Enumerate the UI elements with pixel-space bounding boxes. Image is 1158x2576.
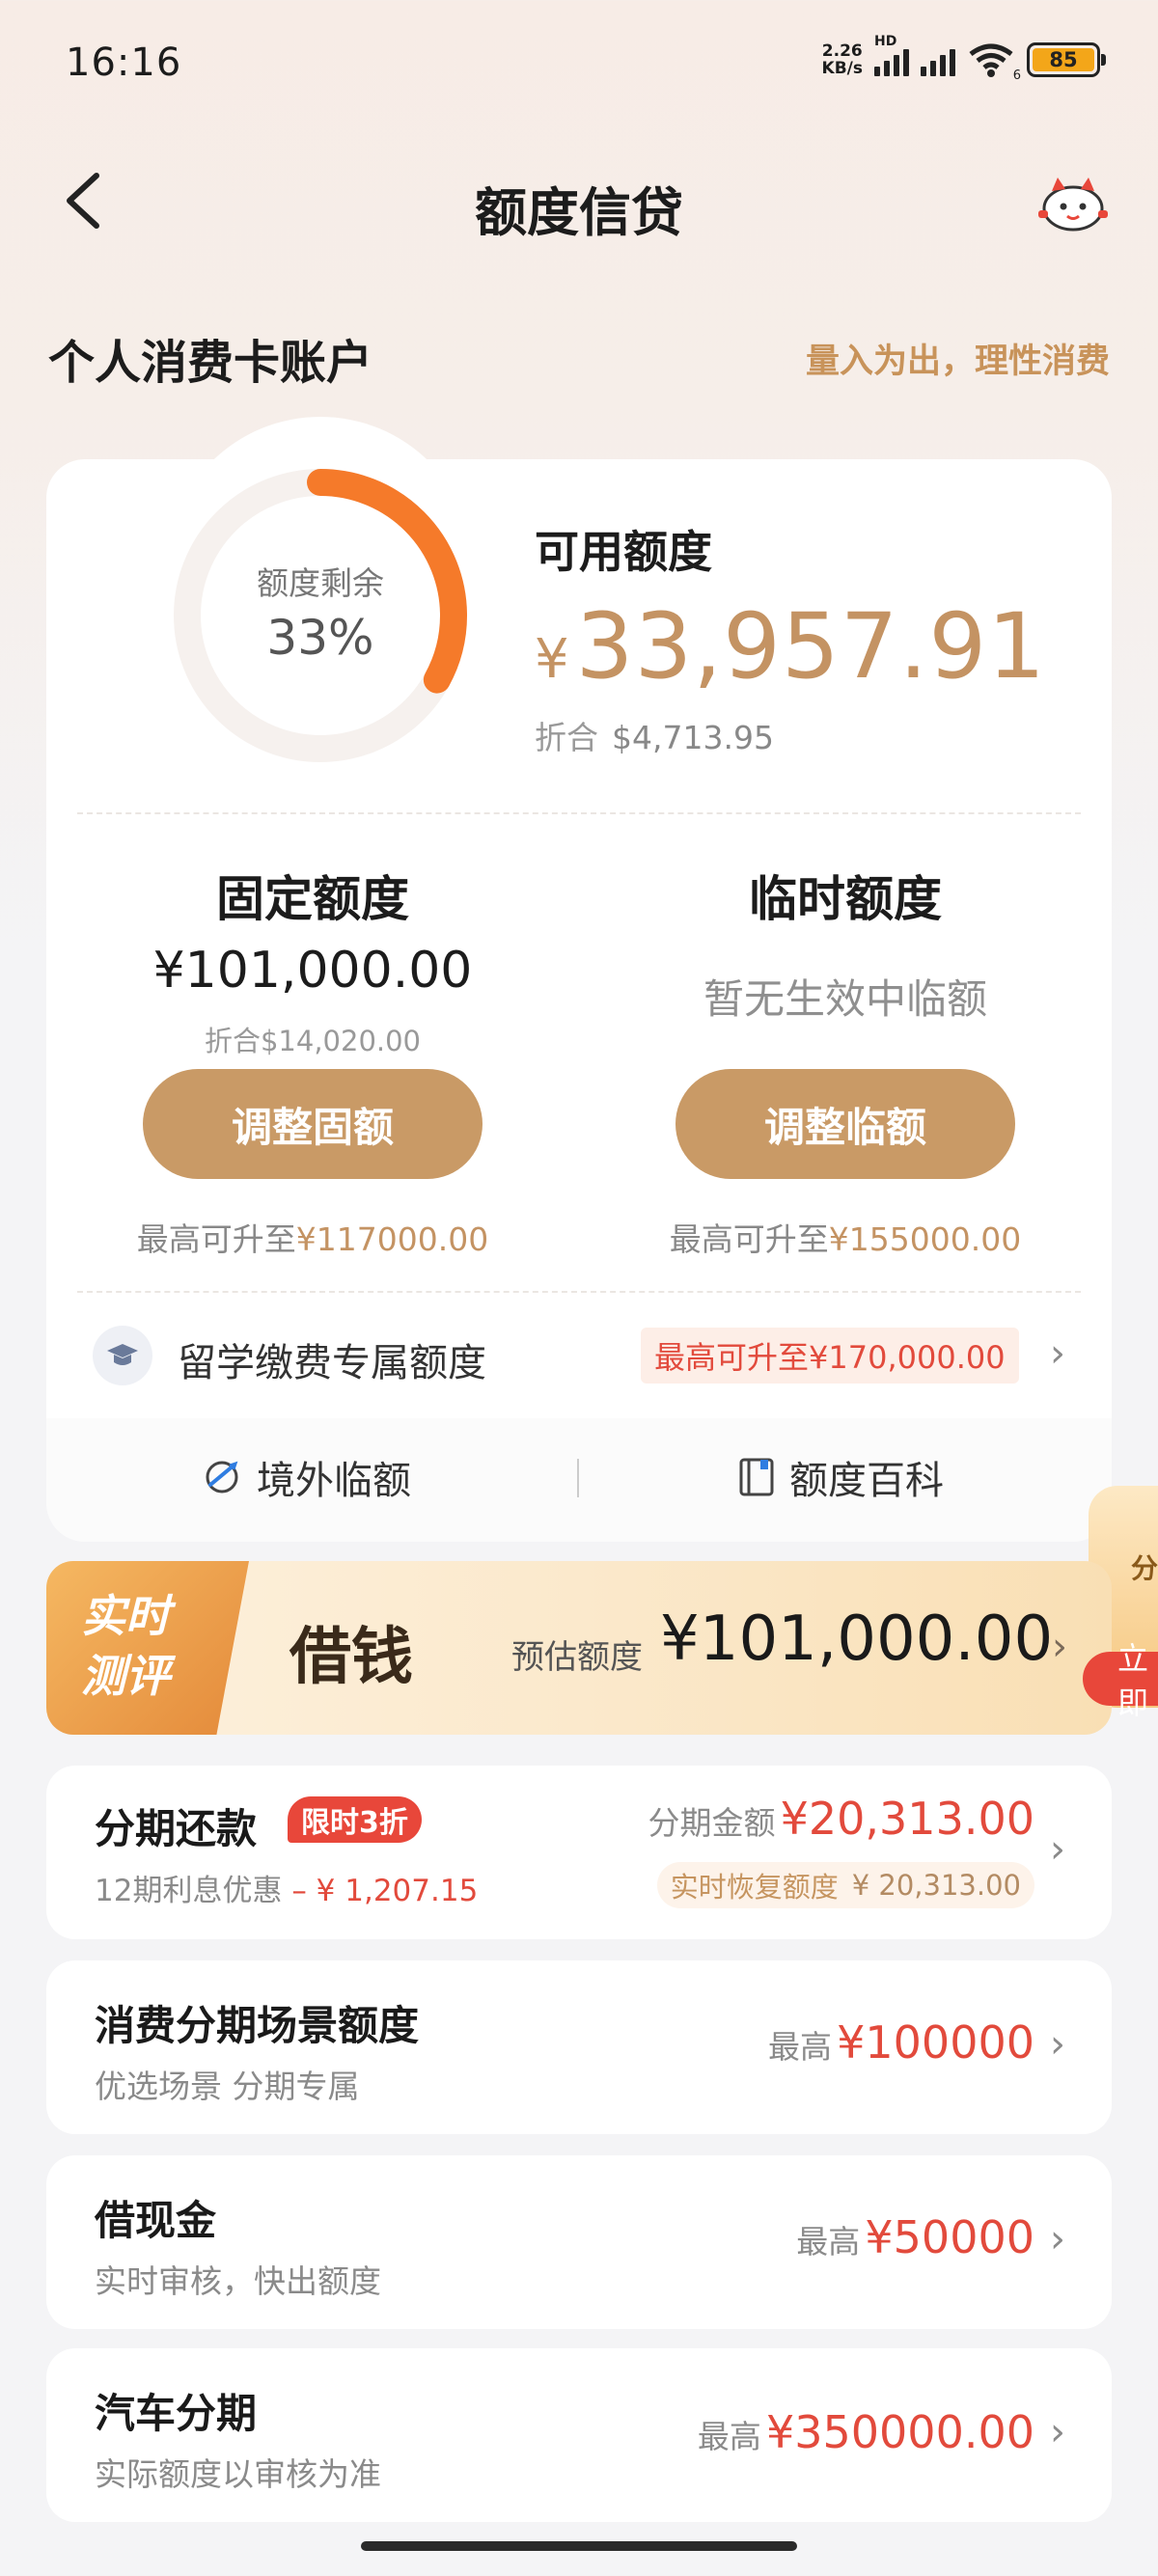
adjust-temporary-button[interactable]: 调整临额 bbox=[676, 1069, 1015, 1179]
installment-sub-prefix: 12期利息优惠 bbox=[95, 1874, 283, 1908]
temporary-title: 临时额度 bbox=[749, 871, 942, 927]
divider bbox=[77, 812, 1081, 814]
realtime-eval-text: 实时 测评 bbox=[81, 1586, 170, 1706]
wiki-label: 额度百科 bbox=[789, 1459, 944, 1503]
study-maxup-badge: 最高可升至¥170,000.00 bbox=[641, 1328, 1019, 1384]
link-divider bbox=[577, 1459, 579, 1497]
net-speed-unit: KB/s bbox=[821, 59, 863, 78]
available-label: 可用额度 bbox=[535, 526, 712, 578]
tag-line-2: 测评 bbox=[81, 1650, 170, 1702]
ring-percent: 33% bbox=[266, 610, 374, 666]
status-icons: 2.26 KB/s HD 6 85 bbox=[822, 34, 1106, 83]
temporary-maxup-value: ¥155000.00 bbox=[828, 1220, 1022, 1258]
book-icon bbox=[739, 1458, 774, 1496]
cash-amount-row: 最高 ¥50000 bbox=[796, 2211, 1034, 2263]
chevron-right-icon: › bbox=[1050, 2410, 1065, 2454]
divider bbox=[77, 1291, 1081, 1293]
chevron-right-icon: › bbox=[1050, 2022, 1065, 2067]
installment-sub: 12期利息优惠 – ¥ 1,207.15 bbox=[95, 1866, 478, 1909]
cell-signal-2-icon bbox=[921, 43, 955, 76]
banner-title: 借钱 bbox=[290, 1621, 413, 1693]
temporary-maxup: 最高可升至¥155000.00 bbox=[604, 1214, 1087, 1260]
restore-label: 实时恢复额度 bbox=[670, 1871, 839, 1904]
wifi-sub: 6 bbox=[1012, 69, 1021, 83]
net-speed-value: 2.26 bbox=[821, 41, 863, 61]
convert-label: 折合 bbox=[535, 719, 598, 756]
cash-title: 借现金 bbox=[95, 2197, 217, 2244]
car-title: 汽车分期 bbox=[95, 2390, 258, 2437]
fixed-convert: 折合$14,020.00 bbox=[204, 1025, 422, 1057]
section-title: 个人消费卡账户 bbox=[48, 336, 373, 390]
mascot-icon[interactable] bbox=[1034, 170, 1112, 233]
wifi-icon: 6 bbox=[967, 42, 1021, 83]
installment-amount-row: 分期金额 ¥20,313.00 bbox=[648, 1793, 1034, 1845]
consumer-title: 消费分期场景额度 bbox=[95, 2002, 420, 2049]
consumer-amount: ¥100000 bbox=[837, 2016, 1034, 2069]
installment-title: 分期还款 bbox=[95, 1805, 258, 1852]
available-value: 33,957.91 bbox=[575, 594, 1047, 699]
consumer-sub: 优选场景 分期专属 bbox=[95, 2068, 360, 2105]
installment-amount-label: 分期金额 bbox=[648, 1804, 776, 1842]
convert-value: $4,713.95 bbox=[612, 719, 774, 756]
status-time: 16:16 bbox=[66, 41, 182, 85]
adjust-fixed-button[interactable]: 调整固额 bbox=[143, 1069, 482, 1179]
restore-value: ¥ 20,313.00 bbox=[851, 1869, 1021, 1902]
tag-line-1: 实时 bbox=[81, 1590, 170, 1642]
car-amount-label: 最高 bbox=[697, 2418, 761, 2455]
overseas-temp-quota-link[interactable]: 境外临额 bbox=[201, 1449, 411, 1505]
banner-est-label: 预估额度 bbox=[511, 1638, 643, 1677]
restore-quota-badge: 实时恢复额度 ¥ 20,313.00 bbox=[656, 1862, 1034, 1908]
promo-tag: 限时3折 bbox=[288, 1796, 422, 1843]
home-indicator[interactable] bbox=[361, 2541, 797, 2551]
cash-sub: 实时审核，快出额度 bbox=[95, 2262, 381, 2300]
globe-plane-icon bbox=[206, 1461, 238, 1494]
net-speed: 2.26 KB/s bbox=[822, 42, 863, 77]
cell-signal-1-icon: HD bbox=[874, 34, 909, 76]
fixed-maxup: 最高可升至¥117000.00 bbox=[71, 1214, 554, 1260]
cash-amount-label: 最高 bbox=[796, 2223, 861, 2261]
available-currency: ¥ bbox=[535, 628, 570, 691]
chevron-right-icon: › bbox=[1050, 2217, 1065, 2261]
installment-sub-value: – ¥ 1,207.15 bbox=[291, 1874, 479, 1908]
temporary-none-text: 暂无生效中临额 bbox=[703, 975, 987, 1023]
side-float-button[interactable]: 立即 bbox=[1083, 1640, 1158, 1721]
installment-amount: ¥20,313.00 bbox=[780, 1793, 1034, 1845]
study-abroad-quota-link[interactable]: 留学缴费专属额度 bbox=[178, 1331, 486, 1387]
car-amount-row: 最高 ¥350000.00 bbox=[698, 2406, 1034, 2458]
battery-level: 85 bbox=[1033, 48, 1094, 71]
car-sub: 实际额度以审核为准 bbox=[95, 2455, 381, 2493]
hd-label: HD bbox=[874, 34, 897, 49]
banner-amount: ¥101,000.00 bbox=[660, 1603, 1054, 1675]
battery-icon: 85 bbox=[1027, 42, 1106, 77]
chevron-right-icon: › bbox=[1050, 1827, 1065, 1872]
cash-amount: ¥50000 bbox=[865, 2211, 1034, 2263]
ring-label: 额度剩余 bbox=[257, 564, 384, 602]
fixed-maxup-value: ¥117000.00 bbox=[295, 1220, 489, 1258]
available-convert: 折合 $4,713.95 bbox=[535, 712, 774, 758]
fixed-title: 固定额度 bbox=[216, 871, 409, 927]
slogan: 量入为出，理性消费 bbox=[805, 343, 1110, 381]
graduation-cap-icon bbox=[93, 1326, 152, 1385]
fixed-maxup-prefix: 最高可升至 bbox=[136, 1220, 296, 1258]
consumer-amount-label: 最高 bbox=[768, 2028, 833, 2066]
overseas-label: 境外临额 bbox=[257, 1459, 411, 1503]
quota-wiki-link[interactable]: 额度百科 bbox=[737, 1449, 944, 1505]
chevron-right-icon[interactable]: › bbox=[1050, 1331, 1065, 1376]
temporary-maxup-prefix: 最高可升至 bbox=[669, 1220, 829, 1258]
car-amount: ¥350000.00 bbox=[765, 2406, 1034, 2458]
available-amount: ¥33,957.91 bbox=[535, 594, 1046, 699]
chevron-right-icon: › bbox=[1052, 1625, 1067, 1669]
fixed-amount: ¥101,000.00 bbox=[152, 942, 473, 1000]
side-float-text: 分 bbox=[1131, 1552, 1158, 1584]
page-title: 额度信贷 bbox=[475, 182, 683, 243]
consumer-amount-row: 最高 ¥100000 bbox=[768, 2016, 1034, 2069]
